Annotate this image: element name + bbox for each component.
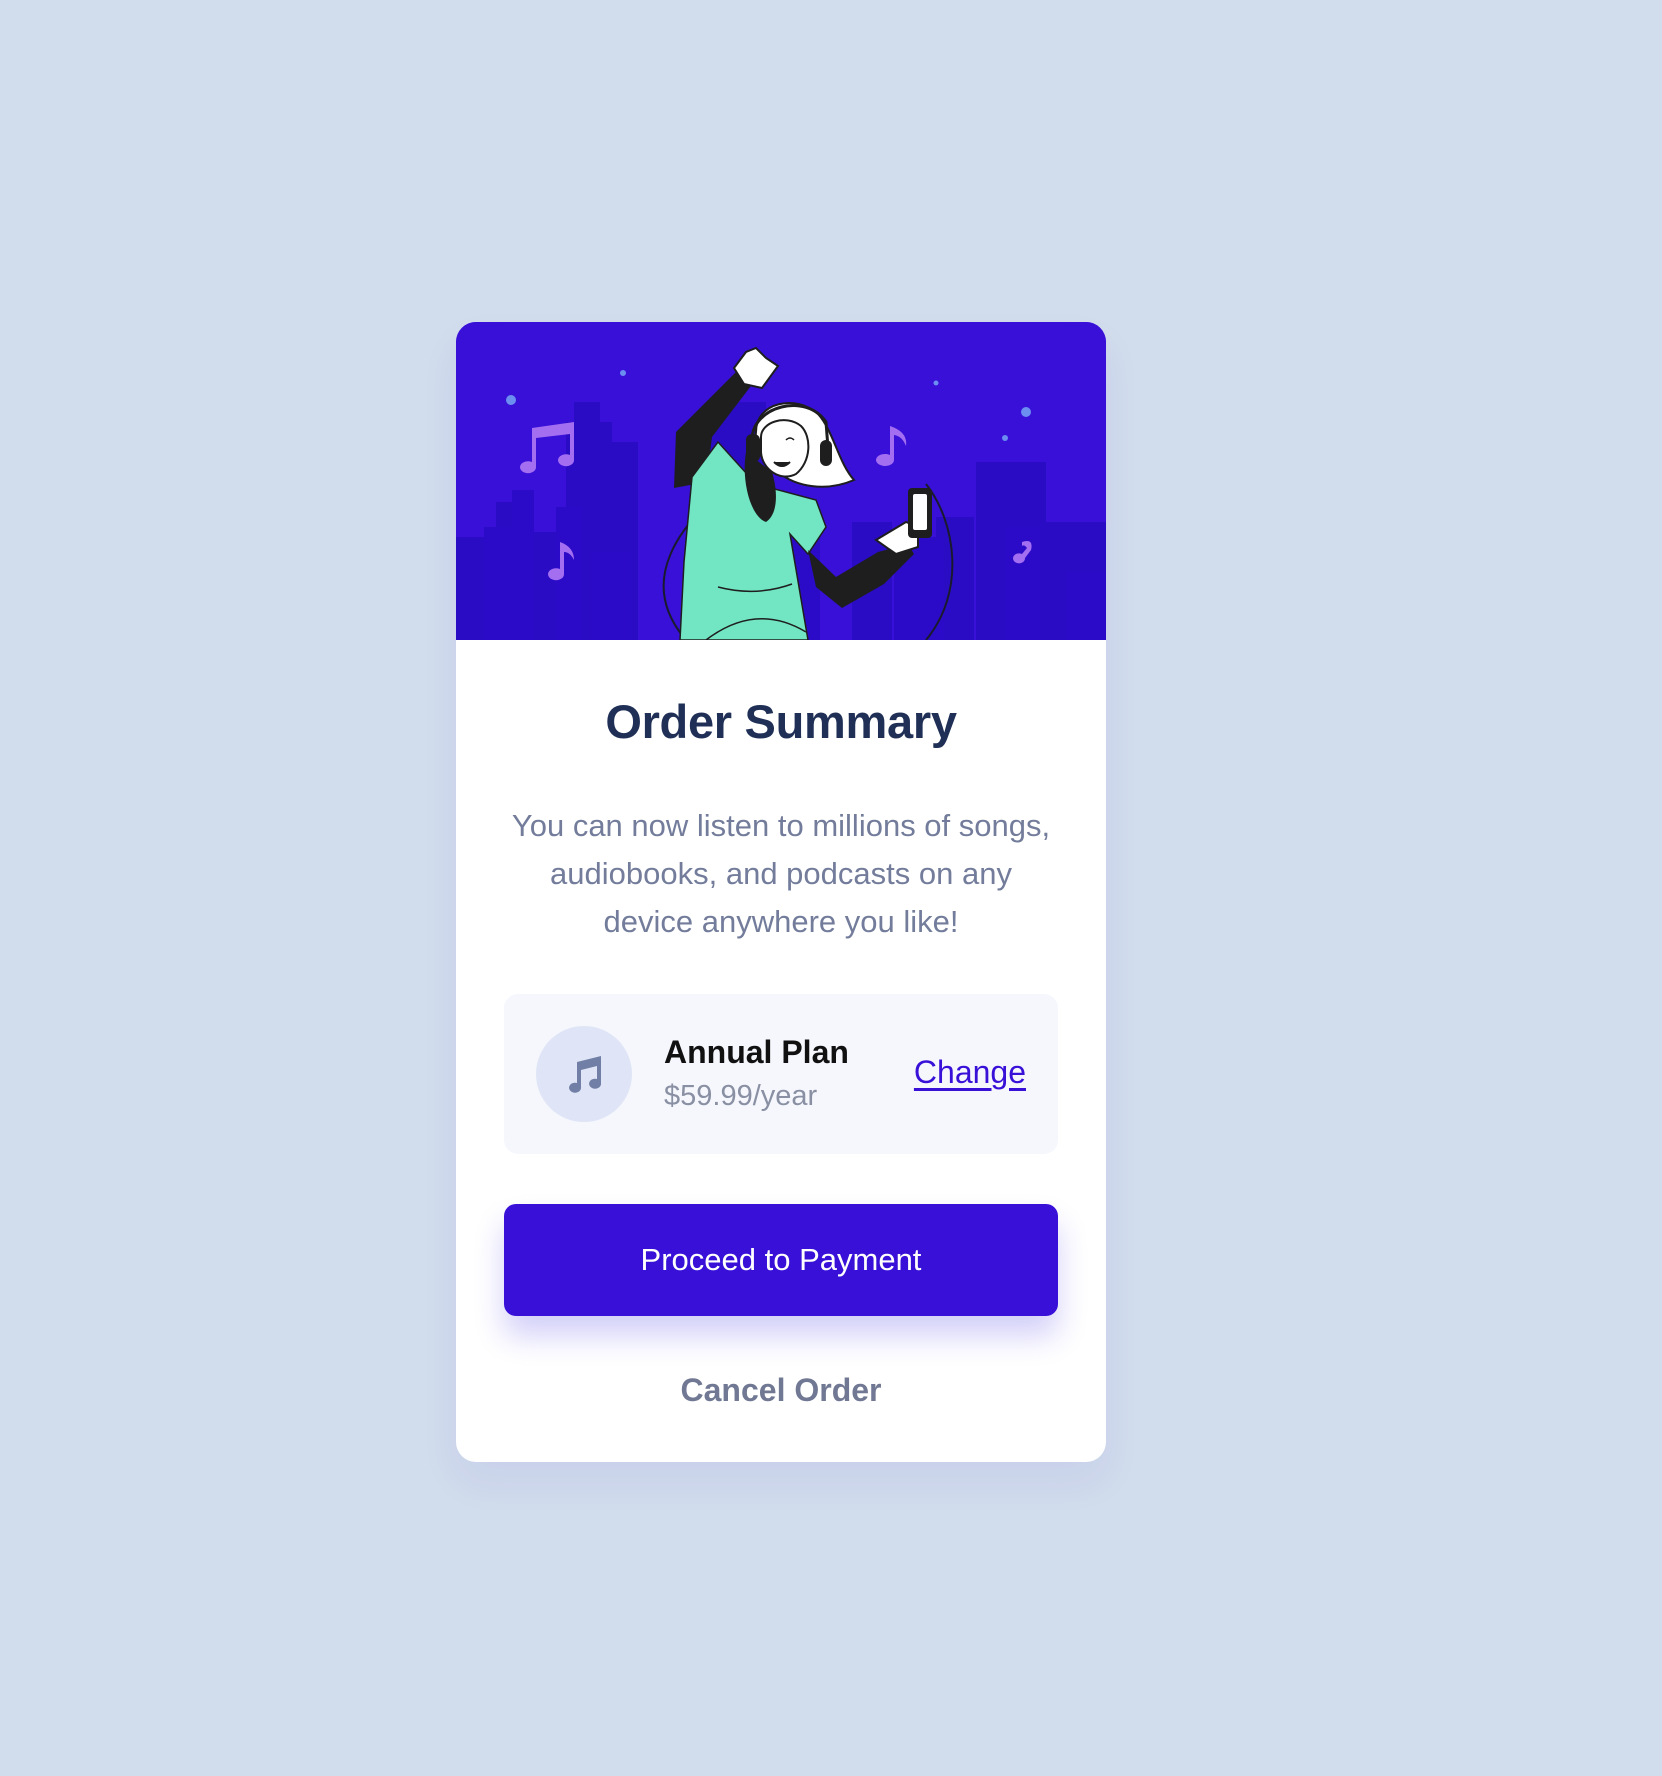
- cancel-order-button[interactable]: Cancel Order: [456, 1372, 1106, 1409]
- plan-price: $59.99/year: [664, 1080, 818, 1112]
- plan-summary: Annual Plan $59.99/year Change: [504, 994, 1058, 1154]
- order-summary-card: Order Summary You can now listen to mill…: [456, 322, 1106, 1462]
- page-title: Order Summary: [605, 695, 957, 748]
- plan-name: Annual Plan: [664, 1034, 849, 1070]
- proceed-to-payment-button[interactable]: Proceed to Payment: [504, 1204, 1058, 1316]
- order-description: You can now listen to millions of songs,…: [511, 808, 1051, 939]
- change-plan-link[interactable]: Change: [914, 1054, 1026, 1091]
- music-note-icon: [536, 1026, 632, 1122]
- hero-illustration: [456, 322, 1106, 640]
